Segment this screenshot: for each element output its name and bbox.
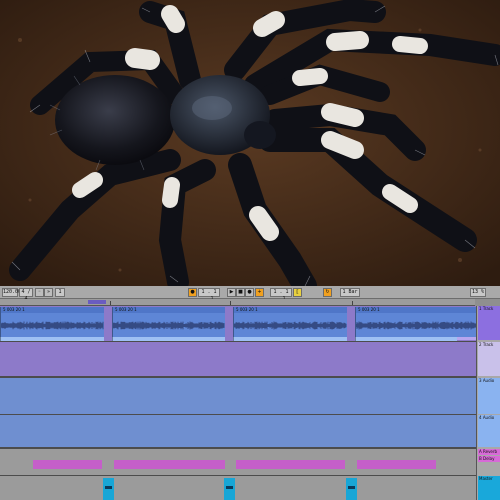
play-button[interactable]: ▶	[227, 288, 236, 297]
tempo-display[interactable]: 120.00	[2, 288, 21, 297]
ruler-tick	[352, 301, 353, 305]
quantize-menu[interactable]: 1	[55, 288, 65, 297]
waveform	[113, 321, 225, 330]
metronome-button[interactable]: ◦	[35, 288, 44, 297]
track-lane[interactable]	[0, 342, 476, 376]
clip-title: 5 003 20 1	[356, 307, 477, 313]
record-button[interactable]: ●	[245, 288, 254, 297]
track-header[interactable]: B Delay	[478, 456, 500, 462]
midi-clip[interactable]	[114, 460, 225, 469]
master-clip[interactable]	[103, 478, 114, 500]
track-header[interactable]: Master	[478, 476, 500, 500]
track-header[interactable]: 1 Track	[478, 306, 500, 340]
track-lane[interactable]	[0, 415, 476, 447]
stop-button[interactable]: ■	[236, 288, 245, 297]
cpu-meter: 13 %	[470, 288, 486, 297]
track-header-panel: 1 Track 2 Track 3 Audio 4 Audio A Reverb B De…	[476, 306, 500, 500]
audio-clip[interactable]: 5 003 20 1	[0, 307, 104, 337]
midi-clip[interactable]	[357, 460, 436, 469]
track-lane[interactable]	[0, 378, 476, 414]
track-header[interactable]: 2 Track	[478, 342, 500, 376]
clip-stripe	[226, 486, 233, 489]
loop-brace[interactable]	[88, 300, 106, 304]
waveform	[234, 321, 347, 330]
track-name: B Delay	[479, 456, 495, 461]
zoom-display[interactable]: 1 Bar	[340, 288, 360, 297]
track-name: 2 Track	[479, 342, 494, 347]
track-header[interactable]: A Reverb	[478, 449, 500, 455]
midi-clip[interactable]	[33, 460, 102, 469]
arrangement-record-button[interactable]: ●	[188, 288, 197, 297]
ruler-tick	[110, 301, 111, 305]
overdub-button[interactable]: +	[255, 288, 264, 297]
track-name: 3 Audio	[479, 378, 495, 383]
track-header[interactable]: 3 Audio	[478, 378, 500, 414]
master-clip[interactable]	[346, 478, 357, 500]
punch-in-button[interactable]: ⟦	[293, 288, 302, 297]
clip-title: 5 003 20 1	[113, 307, 225, 313]
audio-clip[interactable]: 5 003 20 1	[233, 307, 347, 337]
track-name: Master	[479, 476, 493, 481]
waveform	[356, 321, 477, 330]
song-position[interactable]: 1 . 1 . 1	[198, 288, 220, 302]
daw-window: 120.00 4 / 4 ◦ » 1 ● 1 . 1 . 1 ▶ ■ ● + 1…	[0, 286, 500, 500]
track-header[interactable]: 4 Audio	[478, 415, 500, 447]
transport-bar: 120.00 4 / 4 ◦ » 1 ● 1 . 1 . 1 ▶ ■ ● + 1…	[0, 286, 500, 302]
timeline-ruler[interactable]	[0, 299, 475, 306]
track-name: 1 Track	[479, 306, 494, 311]
midi-clip[interactable]	[236, 460, 345, 469]
master-clip[interactable]	[224, 478, 235, 500]
ruler-tick	[230, 301, 231, 305]
track-name: 4 Audio	[479, 415, 495, 420]
follow-button[interactable]: »	[44, 288, 53, 297]
track-lane[interactable]	[0, 476, 476, 500]
loop-switch-button[interactable]: ↻	[323, 288, 332, 297]
audio-clip[interactable]: 5 003 20 1	[355, 307, 477, 337]
clip-stripe	[105, 486, 112, 489]
loop-start[interactable]: 1 . 1 . 1	[270, 288, 292, 302]
tarantula-photo	[0, 0, 500, 286]
clip-title: 5 003 20 1	[234, 307, 347, 313]
arrangement-view: Track 4c 7504Track 4c 7504Track 4c 7504T…	[0, 306, 477, 500]
time-signature[interactable]: 4 / 4	[19, 288, 33, 302]
audio-clip[interactable]: 5 003 20 1	[112, 307, 225, 337]
clip-title: 5 003 20 1	[1, 307, 104, 313]
clip-stripe	[348, 486, 355, 489]
waveform	[1, 321, 104, 330]
track-name: A Reverb	[479, 449, 498, 454]
